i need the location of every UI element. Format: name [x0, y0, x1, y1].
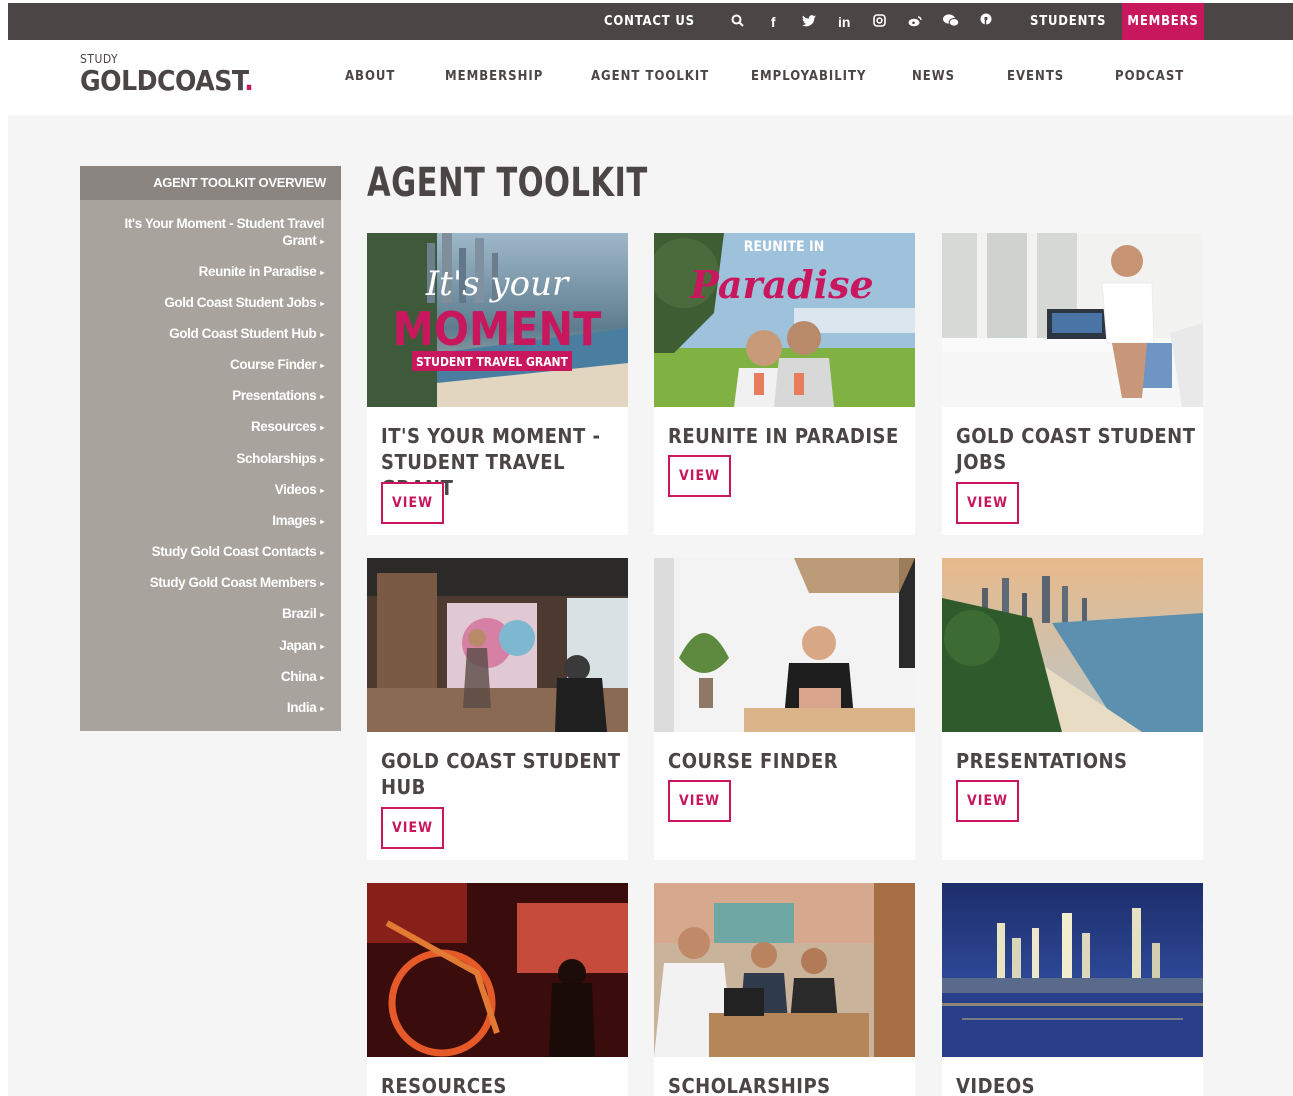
twitter-icon[interactable]	[791, 14, 827, 30]
card-image[interactable]	[942, 233, 1203, 407]
site-header: STUDY GOLDCOAST. ABOUT MEMBERSHIP AGENT …	[0, 40, 1293, 115]
card-image[interactable]: It's your MOMENT STUDENT TRAVEL GRANT	[367, 233, 628, 407]
card-title[interactable]: PRESENTATIONS	[956, 748, 1196, 774]
logo-main-text: GOLDCOAST.	[80, 64, 254, 97]
view-button[interactable]: VIEW	[381, 807, 444, 849]
card-videos: VIDEOS	[942, 883, 1203, 1096]
sidebar-item-brazil[interactable]: Brazil ▸	[282, 605, 324, 623]
top-utility-bar: CONTACT US f in STUDENTS MEMBERS	[8, 3, 1293, 40]
card-image[interactable]: REUNITE IN Paradise	[654, 233, 915, 407]
weibo-icon[interactable]	[898, 14, 934, 30]
card-image[interactable]	[654, 558, 915, 732]
instagram-icon[interactable]	[862, 13, 898, 30]
social-icons: f in	[720, 3, 1004, 40]
sidebar-item-presentations[interactable]: Presentations ▸	[232, 387, 324, 405]
view-button[interactable]: VIEW	[956, 482, 1019, 524]
linkedin-icon[interactable]: in	[827, 14, 863, 30]
sidebar-item-its-your-moment[interactable]: It's Your Moment - Student Travel Grant ▸	[84, 215, 324, 250]
card-its-your-moment: It's your MOMENT STUDENT TRAVEL GRANT IT…	[367, 233, 628, 535]
nav-podcast[interactable]: PODCAST	[1115, 69, 1184, 84]
card-image[interactable]	[942, 558, 1203, 732]
card-title[interactable]: REUNITE IN PARADISE	[668, 423, 908, 449]
sidebar-item-reunite-in-paradise[interactable]: Reunite in Paradise ▸	[199, 263, 325, 281]
nav-membership[interactable]: MEMBERSHIP	[445, 69, 543, 84]
card-title[interactable]: GOLD COAST STUDENT JOBS	[956, 423, 1196, 475]
view-button[interactable]: VIEW	[381, 482, 444, 524]
card-title[interactable]: COURSE FINDER	[668, 748, 908, 774]
sidebar-item-members[interactable]: Study Gold Coast Members ▸	[150, 574, 325, 592]
members-link[interactable]: MEMBERS	[1122, 3, 1204, 40]
card-title[interactable]: VIDEOS	[956, 1073, 1196, 1096]
sidebar-heading[interactable]: AGENT TOOLKIT OVERVIEW	[80, 166, 341, 200]
sidebar-item-student-jobs[interactable]: Gold Coast Student Jobs ▸	[164, 294, 324, 312]
card-title[interactable]: RESOURCES	[381, 1073, 621, 1096]
card-title[interactable]: GOLD COAST STUDENT HUB	[381, 748, 621, 800]
sidebar-item-scholarships[interactable]: Scholarships ▸	[236, 450, 324, 468]
sidebar-item-china[interactable]: China ▸	[281, 668, 325, 686]
card-image[interactable]	[367, 883, 628, 1057]
sidebar-nav: AGENT TOOLKIT OVERVIEW It's Your Moment …	[80, 166, 341, 731]
search-icon[interactable]	[720, 14, 756, 30]
nav-agent-toolkit[interactable]: AGENT TOOLKIT	[591, 69, 709, 84]
sidebar-item-videos[interactable]: Videos ▸	[275, 481, 325, 499]
study-gold-coast-logo[interactable]: STUDY GOLDCOAST.	[80, 52, 254, 97]
view-button[interactable]: VIEW	[668, 780, 731, 822]
card-image-text: Paradise	[689, 262, 873, 307]
sidebar-item-contacts[interactable]: Study Gold Coast Contacts ▸	[152, 543, 325, 561]
facebook-icon[interactable]: f	[756, 14, 792, 30]
card-image-text: STUDENT TRAVEL GRANT	[416, 355, 569, 369]
nav-news[interactable]: NEWS	[912, 69, 955, 84]
card-image-text: REUNITE IN	[744, 239, 825, 255]
card-image-text: It's your	[425, 264, 570, 304]
page-title: AGENT TOOLKIT	[367, 160, 648, 206]
card-title[interactable]: SCHOLARSHIPS	[668, 1073, 908, 1096]
sidebar-item-japan[interactable]: Japan ▸	[279, 637, 324, 655]
card-image[interactable]	[942, 883, 1203, 1057]
view-button[interactable]: VIEW	[668, 455, 731, 497]
sidebar-item-student-hub[interactable]: Gold Coast Student Hub ▸	[169, 325, 324, 343]
card-image[interactable]	[654, 883, 915, 1057]
nav-events[interactable]: EVENTS	[1007, 69, 1064, 84]
card-student-hub: GOLD COAST STUDENT HUB VIEW	[367, 558, 628, 860]
card-presentations: PRESENTATIONS VIEW	[942, 558, 1203, 860]
nav-about[interactable]: ABOUT	[345, 69, 395, 84]
sidebar-item-resources[interactable]: Resources ▸	[251, 418, 324, 436]
card-reunite-in-paradise: REUNITE IN Paradise REUNITE IN PARADISE …	[654, 233, 915, 535]
card-scholarships: SCHOLARSHIPS	[654, 883, 915, 1096]
contact-us-link[interactable]: CONTACT US	[604, 3, 695, 40]
sidebar-item-india[interactable]: India ▸	[287, 699, 325, 717]
sidebar-item-course-finder[interactable]: Course Finder ▸	[230, 356, 324, 374]
view-button[interactable]: VIEW	[956, 780, 1019, 822]
card-image[interactable]	[367, 558, 628, 732]
pinterest-icon[interactable]	[969, 13, 1005, 30]
card-student-jobs: GOLD COAST STUDENT JOBS VIEW	[942, 233, 1203, 535]
wechat-icon[interactable]	[933, 13, 969, 30]
sidebar-item-images[interactable]: Images ▸	[272, 512, 324, 530]
nav-employability[interactable]: EMPLOYABILITY	[751, 69, 866, 84]
students-link[interactable]: STUDENTS	[1030, 3, 1106, 40]
card-image-text: MOMENT	[393, 302, 602, 356]
card-course-finder: COURSE FINDER VIEW	[654, 558, 915, 860]
card-resources: RESOURCES	[367, 883, 628, 1096]
